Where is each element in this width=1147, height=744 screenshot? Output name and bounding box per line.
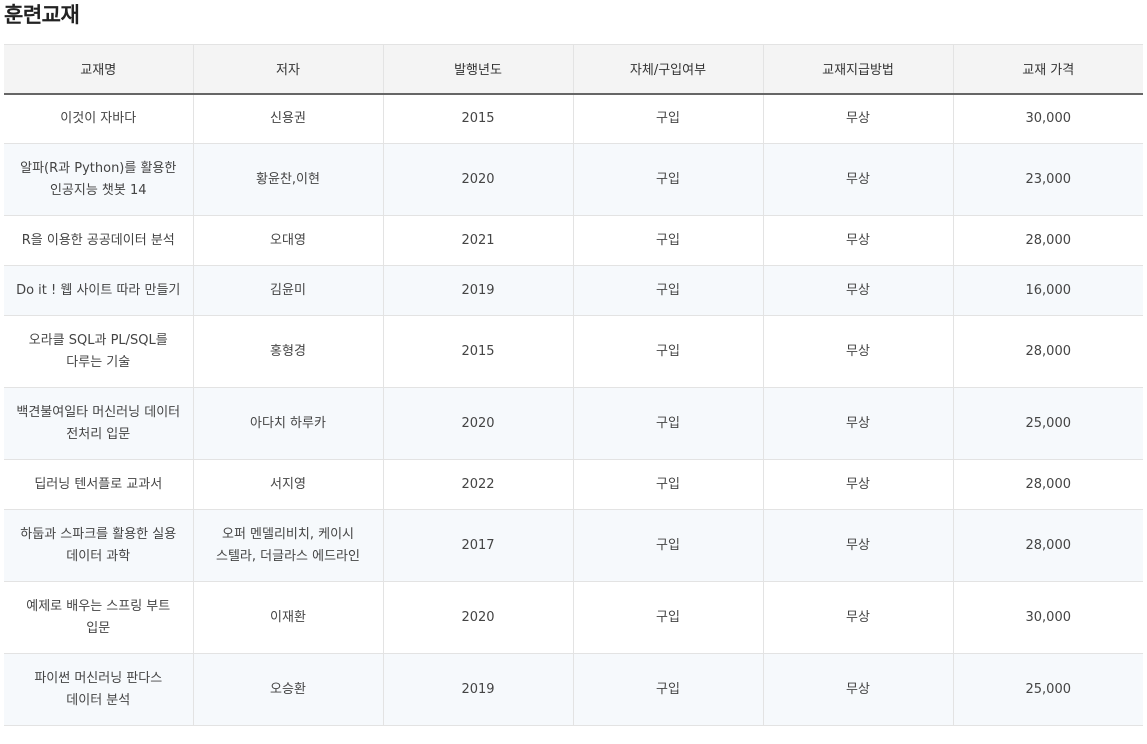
- cell-supply: 무상: [763, 215, 954, 266]
- cell-year: 2019: [383, 653, 574, 726]
- cell-name: 예제로 배우는 스프링 부트 입문: [4, 581, 194, 654]
- cell-price: 30,000: [953, 581, 1143, 654]
- column-header-supply: 교재지급방법: [763, 44, 954, 95]
- cell-name: 이것이 자바다: [4, 93, 194, 144]
- cell-author: 아다치 하루카: [193, 387, 384, 460]
- cell-year: 2015: [383, 93, 574, 144]
- cell-supply: 무상: [763, 387, 954, 460]
- cell-price: 25,000: [953, 387, 1143, 460]
- table-row: 예제로 배우는 스프링 부트 입문 이재환 2020 구입 무상 30,000: [4, 581, 1143, 654]
- cell-year: 2020: [383, 387, 574, 460]
- cell-supply: 무상: [763, 93, 954, 144]
- cell-supply: 무상: [763, 315, 954, 388]
- cell-acquisition: 구입: [573, 143, 764, 216]
- cell-supply: 무상: [763, 459, 954, 510]
- cell-price: 30,000: [953, 93, 1143, 144]
- cell-year: 2017: [383, 509, 574, 582]
- cell-year: 2020: [383, 581, 574, 654]
- cell-author: 이재환: [193, 581, 384, 654]
- table-row: 딥러닝 텐서플로 교과서 서지영 2022 구입 무상 28,000: [4, 459, 1143, 510]
- cell-price: 28,000: [953, 215, 1143, 266]
- cell-price: 28,000: [953, 459, 1143, 510]
- cell-price: 28,000: [953, 315, 1143, 388]
- table-row: Do it ! 웹 사이트 따라 만들기 김윤미 2019 구입 무상 16,0…: [4, 265, 1143, 316]
- cell-author: 홍형경: [193, 315, 384, 388]
- cell-acquisition: 구입: [573, 215, 764, 266]
- cell-year: 2015: [383, 315, 574, 388]
- column-header-year: 발행년도: [383, 44, 574, 95]
- cell-supply: 무상: [763, 509, 954, 582]
- table-row: 이것이 자바다 신용권 2015 구입 무상 30,000: [4, 93, 1143, 144]
- cell-name: R을 이용한 공공데이터 분석: [4, 215, 194, 266]
- cell-supply: 무상: [763, 265, 954, 316]
- cell-author: 황윤찬,이현: [193, 143, 384, 216]
- table-row: 파이썬 머신러닝 판다스 데이터 분석 오승환 2019 구입 무상 25,00…: [4, 653, 1143, 726]
- cell-name: Do it ! 웹 사이트 따라 만들기: [4, 265, 194, 316]
- cell-year: 2019: [383, 265, 574, 316]
- cell-author: 오승환: [193, 653, 384, 726]
- cell-price: 23,000: [953, 143, 1143, 216]
- cell-name: 오라클 SQL과 PL/SQL를 다루는 기술: [4, 315, 194, 388]
- table-row: 오라클 SQL과 PL/SQL를 다루는 기술 홍형경 2015 구입 무상 2…: [4, 315, 1143, 388]
- textbook-table: 교재명 저자 발행년도 자체/구입여부 교재지급방법 교재 가격 이것이 자바다…: [4, 44, 1143, 726]
- column-header-price: 교재 가격: [953, 44, 1143, 95]
- table-header-row: 교재명 저자 발행년도 자체/구입여부 교재지급방법 교재 가격: [4, 44, 1143, 95]
- column-header-acquisition: 자체/구입여부: [573, 44, 764, 95]
- column-header-author: 저자: [193, 44, 384, 95]
- cell-year: 2021: [383, 215, 574, 266]
- table-row: 하둡과 스파크를 활용한 실용 데이터 과학 오퍼 멘델리비치, 케이시 스텔라…: [4, 509, 1143, 582]
- page-title: 훈련교재: [4, 3, 80, 27]
- cell-supply: 무상: [763, 581, 954, 654]
- cell-name: 백견불여일타 머신러닝 데이터 전처리 입문: [4, 387, 194, 460]
- cell-author: 김윤미: [193, 265, 384, 316]
- table-row: R을 이용한 공공데이터 분석 오대영 2021 구입 무상 28,000: [4, 215, 1143, 266]
- cell-acquisition: 구입: [573, 93, 764, 144]
- cell-acquisition: 구입: [573, 509, 764, 582]
- cell-supply: 무상: [763, 653, 954, 726]
- cell-supply: 무상: [763, 143, 954, 216]
- cell-name: 알파(R과 Python)를 활용한 인공지능 챗봇 14: [4, 143, 194, 216]
- cell-price: 16,000: [953, 265, 1143, 316]
- cell-year: 2020: [383, 143, 574, 216]
- cell-acquisition: 구입: [573, 459, 764, 510]
- cell-price: 28,000: [953, 509, 1143, 582]
- cell-author: 오대영: [193, 215, 384, 266]
- cell-author: 오퍼 멘델리비치, 케이시 스텔라, 더글라스 에드라인: [193, 509, 384, 582]
- cell-author: 신용권: [193, 93, 384, 144]
- cell-price: 25,000: [953, 653, 1143, 726]
- cell-acquisition: 구입: [573, 653, 764, 726]
- cell-acquisition: 구입: [573, 265, 764, 316]
- cell-name: 딥러닝 텐서플로 교과서: [4, 459, 194, 510]
- cell-acquisition: 구입: [573, 315, 764, 388]
- table-row: 알파(R과 Python)를 활용한 인공지능 챗봇 14 황윤찬,이현 202…: [4, 143, 1143, 216]
- cell-acquisition: 구입: [573, 387, 764, 460]
- cell-acquisition: 구입: [573, 581, 764, 654]
- cell-author: 서지영: [193, 459, 384, 510]
- cell-name: 하둡과 스파크를 활용한 실용 데이터 과학: [4, 509, 194, 582]
- cell-name: 파이썬 머신러닝 판다스 데이터 분석: [4, 653, 194, 726]
- column-header-name: 교재명: [4, 44, 194, 95]
- cell-year: 2022: [383, 459, 574, 510]
- table-row: 백견불여일타 머신러닝 데이터 전처리 입문 아다치 하루카 2020 구입 무…: [4, 387, 1143, 460]
